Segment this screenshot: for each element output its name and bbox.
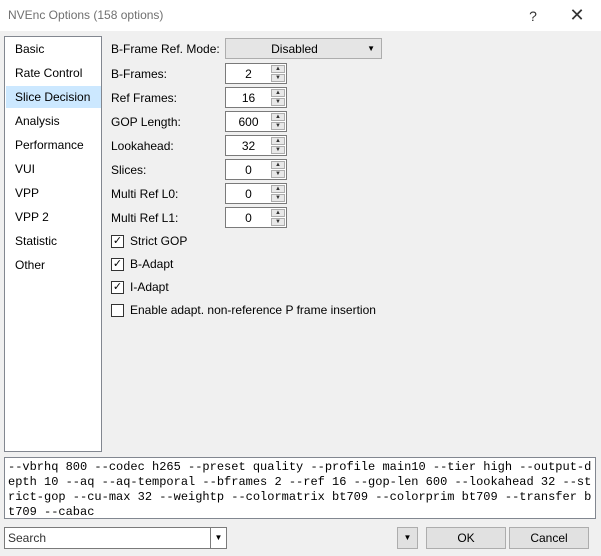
sidebar-item-statistic[interactable]: Statistic	[6, 230, 101, 252]
spin-up-icon[interactable]: ▲	[271, 65, 285, 73]
bframes-stepper[interactable]: 2 ▲ ▼	[225, 63, 287, 84]
spin-down-icon[interactable]: ▼	[271, 218, 285, 226]
search-placeholder: Search	[8, 531, 47, 545]
b-adapt-checkbox[interactable]: ✓	[111, 258, 124, 271]
multi-ref-l0-label: Multi Ref L0:	[111, 187, 179, 201]
i-adapt-label[interactable]: I-Adapt	[130, 280, 169, 294]
sidebar-item-performance[interactable]: Performance	[6, 134, 101, 156]
multi-ref-l0-value[interactable]: 0	[226, 187, 271, 201]
bframe-ref-mode-label: B-Frame Ref. Mode:	[111, 42, 220, 56]
bframes-value[interactable]: 2	[226, 67, 271, 81]
spin-up-icon[interactable]: ▲	[271, 161, 285, 169]
spin-down-icon[interactable]: ▼	[271, 146, 285, 154]
slices-value[interactable]: 0	[226, 163, 271, 177]
sidebar-item-vui[interactable]: VUI	[6, 158, 101, 180]
chevron-down-icon: ▼	[367, 44, 375, 53]
category-list: Basic Rate Control Slice Decision Analys…	[4, 36, 102, 452]
close-button[interactable]: ✕	[557, 0, 597, 31]
gop-length-value[interactable]: 600	[226, 115, 271, 129]
multi-ref-l0-stepper[interactable]: 0 ▲ ▼	[225, 183, 287, 204]
bframe-ref-mode-select[interactable]: Disabled ▼	[225, 38, 382, 59]
spin-down-icon[interactable]: ▼	[271, 170, 285, 178]
strict-gop-label[interactable]: Strict GOP	[130, 234, 187, 248]
spin-down-icon[interactable]: ▼	[271, 122, 285, 130]
ref-frames-value[interactable]: 16	[226, 91, 271, 105]
title-bar: NVEnc Options (158 options) ? ✕	[0, 0, 601, 31]
bframes-label: B-Frames:	[111, 67, 168, 81]
spin-up-icon[interactable]: ▲	[271, 209, 285, 217]
nonref-p-checkbox[interactable]	[111, 304, 124, 317]
sidebar-item-slice-decision[interactable]: Slice Decision	[6, 86, 101, 108]
slices-label: Slices:	[111, 163, 147, 177]
sidebar-item-analysis[interactable]: Analysis	[6, 110, 101, 132]
lookahead-stepper[interactable]: 32 ▲ ▼	[225, 135, 287, 156]
lookahead-label: Lookahead:	[111, 139, 174, 153]
spin-down-icon[interactable]: ▼	[271, 74, 285, 82]
multi-ref-l1-stepper[interactable]: 0 ▲ ▼	[225, 207, 287, 228]
ref-frames-label: Ref Frames:	[111, 91, 178, 105]
sidebar-item-vpp2[interactable]: VPP 2	[6, 206, 101, 228]
spin-up-icon[interactable]: ▲	[271, 113, 285, 121]
i-adapt-checkbox[interactable]: ✓	[111, 281, 124, 294]
cancel-button[interactable]: Cancel	[509, 527, 589, 549]
sidebar-item-other[interactable]: Other	[6, 254, 101, 276]
gop-length-label: GOP Length:	[111, 115, 181, 129]
sidebar-item-basic[interactable]: Basic	[6, 38, 101, 60]
strict-gop-checkbox[interactable]: ✓	[111, 235, 124, 248]
chevron-down-icon: ▼	[214, 533, 223, 542]
search-input[interactable]: Search	[4, 527, 211, 549]
options-menu-button[interactable]: ▼	[397, 527, 418, 549]
sidebar-item-rate-control[interactable]: Rate Control	[6, 62, 101, 84]
spin-up-icon[interactable]: ▲	[271, 89, 285, 97]
command-line-preview[interactable]: --vbrhq 800 --codec h265 --preset qualit…	[4, 457, 596, 519]
search-dropdown-button[interactable]: ▼	[210, 527, 227, 549]
lookahead-value[interactable]: 32	[226, 139, 271, 153]
ok-button[interactable]: OK	[426, 527, 506, 549]
spin-down-icon[interactable]: ▼	[271, 194, 285, 202]
slices-stepper[interactable]: 0 ▲ ▼	[225, 159, 287, 180]
sidebar-item-vpp[interactable]: VPP	[6, 182, 101, 204]
ref-frames-stepper[interactable]: 16 ▲ ▼	[225, 87, 287, 108]
spin-up-icon[interactable]: ▲	[271, 185, 285, 193]
multi-ref-l1-value[interactable]: 0	[226, 211, 271, 225]
bframe-ref-mode-value: Disabled	[271, 42, 318, 56]
spin-down-icon[interactable]: ▼	[271, 98, 285, 106]
multi-ref-l1-label: Multi Ref L1:	[111, 211, 179, 225]
nonref-p-label[interactable]: Enable adapt. non-reference P frame inse…	[130, 303, 376, 317]
gop-length-stepper[interactable]: 600 ▲ ▼	[225, 111, 287, 132]
b-adapt-label[interactable]: B-Adapt	[130, 257, 173, 271]
window-title: NVEnc Options (158 options)	[8, 8, 164, 22]
chevron-down-icon: ▼	[403, 533, 412, 542]
spin-up-icon[interactable]: ▲	[271, 137, 285, 145]
help-button[interactable]: ?	[513, 0, 553, 31]
